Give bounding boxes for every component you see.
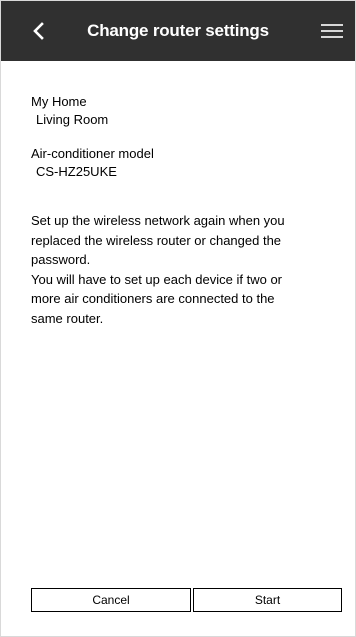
instruction-line: more air conditioners are connected to t…	[31, 291, 275, 306]
hamburger-menu-icon	[321, 24, 343, 26]
start-button[interactable]: Start	[193, 588, 342, 612]
room-name: Living Room	[36, 112, 109, 127]
instruction-line: replaced the wireless router or changed …	[31, 232, 282, 248]
home-name: My Home	[31, 94, 87, 109]
page-title: Change router settings	[87, 21, 269, 40]
chevron-left-icon	[33, 22, 44, 40]
cancel-button[interactable]: Cancel	[31, 588, 191, 612]
instruction-line: You will have to set up each device if t…	[31, 271, 282, 287]
settings-content: My Home Living Room Air-conditioner mode…	[31, 93, 331, 328]
action-bar: Cancel Start	[1, 574, 355, 636]
menu-button[interactable]	[321, 20, 343, 42]
app-header: Change router settings	[1, 1, 355, 61]
instruction-line: Set up the wireless network again when y…	[31, 213, 285, 228]
model-value: CS-HZ25UKE	[36, 164, 117, 179]
instruction-line: same router.	[31, 310, 104, 326]
back-button[interactable]	[27, 18, 49, 44]
model-label: Air-conditioner model	[31, 146, 154, 161]
instruction-line: password.	[31, 252, 91, 267]
instructions-text: Set up the wireless network again when y…	[31, 211, 331, 328]
app-screen: Change router settings My Home Living Ro…	[0, 0, 356, 637]
